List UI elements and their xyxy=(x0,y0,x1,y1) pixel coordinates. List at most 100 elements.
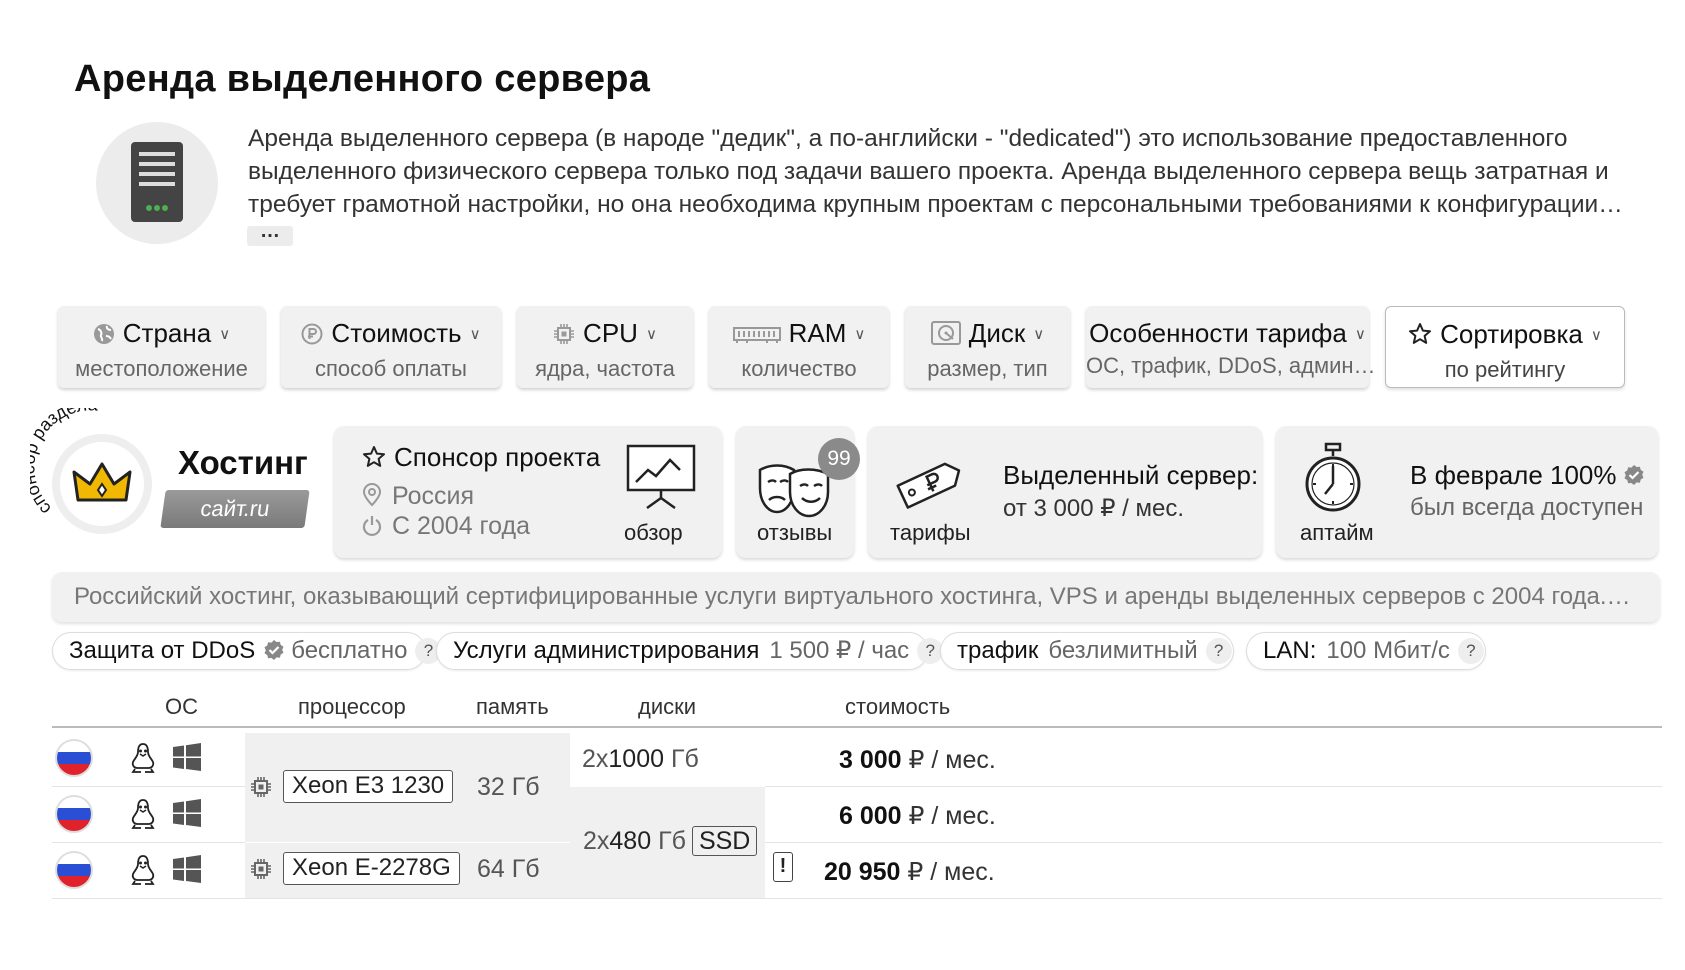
filter-price-sub: способ оплаты xyxy=(315,356,467,381)
power-icon xyxy=(362,515,382,544)
row-divider xyxy=(765,842,1662,843)
provider-since: С 2004 года xyxy=(392,512,530,540)
disk-size: 480 xyxy=(609,827,652,855)
stopwatch-icon xyxy=(1302,442,1364,519)
tag-traffic[interactable]: трафик безлимитный? xyxy=(940,632,1234,670)
row-divider xyxy=(765,786,1662,787)
tag-admin[interactable]: Услуги администрирования 1 500 ₽ / час? xyxy=(436,632,944,670)
filter-price-title: Стоимость xyxy=(331,318,462,348)
ram-value: 32 Гб xyxy=(477,773,540,801)
filter-features-sub: ОС, трафик, DDoS, админ… xyxy=(1086,353,1376,378)
filter-ram[interactable]: RAM ∨ количество xyxy=(709,306,889,388)
filter-ram-title: RAM xyxy=(788,318,847,348)
row-divider xyxy=(52,898,1662,899)
disk-unit: Гб xyxy=(658,827,686,855)
disk-count: 2x xyxy=(583,827,610,855)
sort-sub: по рейтингу xyxy=(1444,357,1566,382)
presentation-icon xyxy=(626,444,696,515)
tag-lan-name: LAN: xyxy=(1263,637,1317,664)
verified-check-icon xyxy=(1623,462,1645,493)
price-unit: ₽ / мес. xyxy=(908,802,996,830)
help-icon[interactable]: ? xyxy=(1205,638,1232,664)
filter-features[interactable]: Особенности тарифа ∨ ОС, трафик, DDoS, ад… xyxy=(1086,306,1376,388)
help-icon[interactable]: ? xyxy=(1457,638,1484,664)
price-amount: 6 000 xyxy=(839,802,902,830)
price[interactable]: 6 000 ₽ / мес. xyxy=(839,801,996,831)
expand-more-button[interactable]: … xyxy=(247,221,293,246)
provider-description[interactable]: Российский хостинг, оказывающий сертифиц… xyxy=(52,572,1660,622)
page-title: Аренда выделенного сервера xyxy=(74,58,651,100)
uptime-card[interactable]: аптайм В феврале 100% был всегда доступе… xyxy=(1276,426,1658,558)
chevron-down-icon: ∨ xyxy=(219,326,231,343)
windows-icon xyxy=(173,855,201,888)
filter-country-title: Страна xyxy=(122,318,212,348)
intro-text: Аренда выделенного сервера (в народе "де… xyxy=(248,125,1623,218)
price-unit: ₽ / мес. xyxy=(907,858,995,886)
linux-icon xyxy=(131,798,155,835)
tariffs-card[interactable]: тарифы Выделенный сервер: от 3 000 ₽ / м… xyxy=(868,426,1262,558)
globe-icon xyxy=(93,321,115,352)
cpu-name[interactable]: Xeon E-2278G xyxy=(283,852,460,885)
chevron-down-icon: ∨ xyxy=(1354,326,1366,343)
filter-disk-title: Диск xyxy=(968,318,1026,348)
filter-price[interactable]: Стоимость ∨ способ оплаты xyxy=(281,306,501,388)
chevron-down-icon: ∨ xyxy=(854,326,866,343)
provider-site-badge[interactable]: сайт.ru xyxy=(160,490,310,528)
ram-icon xyxy=(732,321,781,352)
col-cpu: процессор xyxy=(298,694,406,719)
sponsor-card[interactable]: Спонсор проекта Россия С 2004 года обзор xyxy=(334,426,722,558)
price-amount: 20 950 xyxy=(824,858,901,886)
row-divider xyxy=(52,842,245,843)
filter-cpu-sub: ядра, частота xyxy=(535,356,675,381)
chevron-down-icon: ∨ xyxy=(1590,327,1602,344)
tag-traffic-value: безлимитный xyxy=(1048,637,1198,664)
row-divider xyxy=(245,842,570,843)
verified-check-icon xyxy=(263,636,285,671)
row-divider xyxy=(52,786,245,787)
tag-ddos-value: бесплатно xyxy=(291,637,408,664)
star-icon xyxy=(362,445,386,476)
sponsor-ring: спонсор раздела xyxy=(18,394,160,538)
dedicated-price: от 3 000 ₽ / мес. xyxy=(1003,495,1184,522)
filter-disk-sub: размер, тип xyxy=(927,356,1048,381)
col-price: стоимость xyxy=(845,694,951,719)
cpu-name[interactable]: Xeon E3 1230 xyxy=(283,770,454,803)
sort-dropdown[interactable]: Сортировка ∨ по рейтингу xyxy=(1385,306,1625,388)
provider-name[interactable]: Хостинг xyxy=(178,444,308,482)
windows-icon xyxy=(173,743,201,776)
linux-icon xyxy=(131,854,155,891)
filter-features-title: Особенности тарифа xyxy=(1089,318,1347,348)
sponsor-title: Спонсор проекта xyxy=(394,442,601,472)
col-disk: диски xyxy=(638,694,697,719)
chevron-down-icon: ∨ xyxy=(469,326,481,343)
price-unit: ₽ / мес. xyxy=(908,746,996,774)
price[interactable]: 20 950 ₽ / мес. xyxy=(824,857,995,887)
tariffs-label: тарифы xyxy=(890,520,971,545)
sort-title: Сортировка xyxy=(1440,319,1583,349)
tag-admin-name: Услуги администрирования xyxy=(453,637,760,664)
uptime-sub: был всегда доступен xyxy=(1410,494,1644,521)
linux-icon xyxy=(131,742,155,779)
tag-ddos[interactable]: Защита от DDoS бесплатно? xyxy=(52,632,442,671)
warning-icon[interactable]: ! xyxy=(773,852,793,882)
price[interactable]: 3 000 ₽ / мес. xyxy=(839,745,996,775)
chip-icon xyxy=(250,776,272,803)
server-icon xyxy=(96,122,218,244)
tag-ddos-name: Защита от DDoS xyxy=(69,637,256,664)
filter-ram-sub: количество xyxy=(741,356,857,381)
filter-cpu[interactable]: CPU ∨ ядра, частота xyxy=(517,306,693,388)
filter-country-sub: местоположение xyxy=(75,356,248,381)
filter-country[interactable]: Страна ∨ местоположение xyxy=(58,306,265,388)
reviews-label: отзывы xyxy=(757,520,833,545)
filter-disk[interactable]: Диск ∨ размер, тип xyxy=(905,306,1070,388)
flag-russia-icon xyxy=(57,853,91,887)
disk-unit: Гб xyxy=(670,745,699,773)
location-pin-icon xyxy=(362,483,382,514)
tag-lan[interactable]: LAN: 100 Мбит/с? xyxy=(1246,632,1486,670)
disk-type-badge: SSD xyxy=(691,826,758,856)
windows-icon xyxy=(173,799,201,832)
disk-value: 2x1000 Гб xyxy=(582,745,699,774)
reviews-card[interactable]: 99 отзывы xyxy=(736,426,860,558)
star-icon xyxy=(1408,322,1432,353)
uptime-title: В феврале 100% xyxy=(1410,460,1617,490)
